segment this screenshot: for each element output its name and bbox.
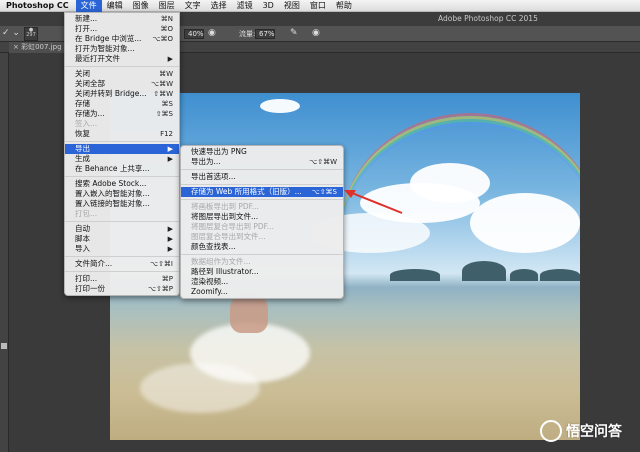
watermark: 悟空问答	[540, 420, 622, 442]
watermark-text: 悟空问答	[566, 424, 622, 440]
watermark-logo-icon	[540, 420, 562, 442]
annotation-arrow-icon	[344, 190, 403, 214]
